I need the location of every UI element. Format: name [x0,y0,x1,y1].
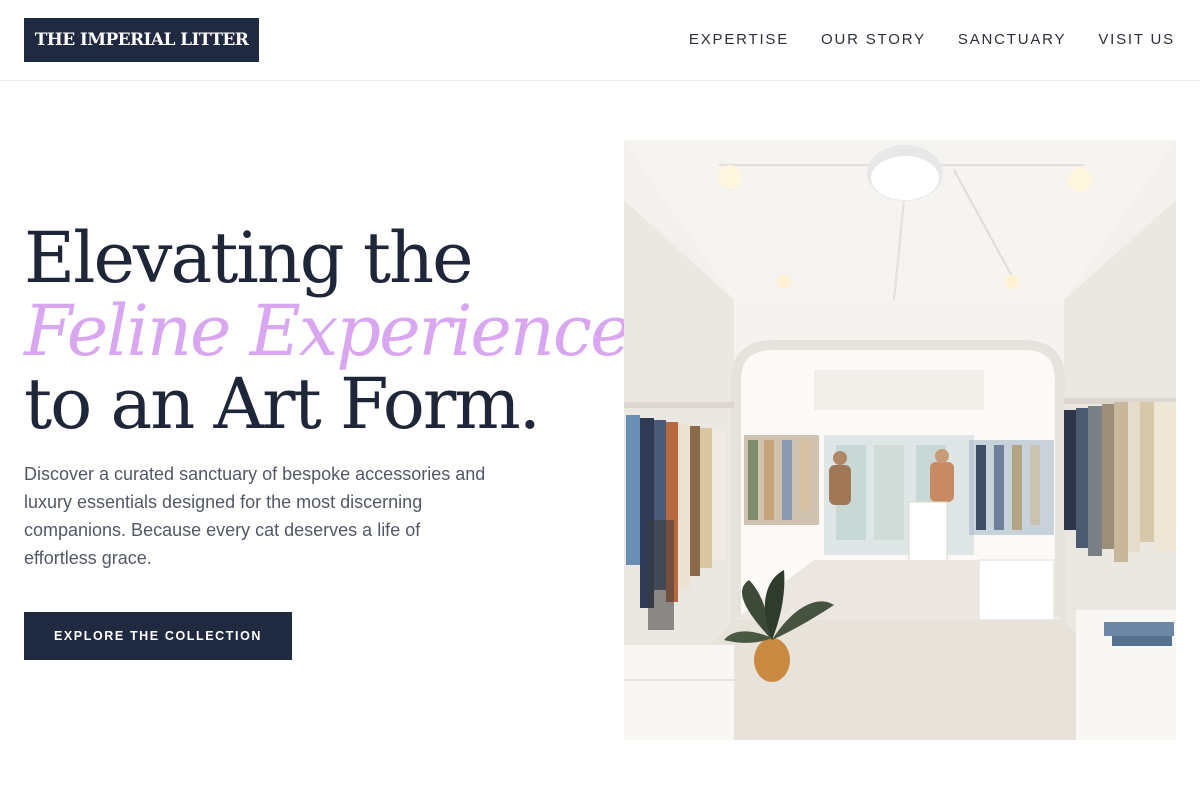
nav-link-expertise[interactable]: EXPERTISE [689,31,789,48]
hero-headline: Elevating the Feline Experience to an Ar… [24,217,632,445]
explore-collection-button[interactable]: EXPLORE THE COLLECTION [24,612,292,660]
nav-link-sanctuary[interactable]: SANCTUARY [958,31,1066,48]
site-header: THE IMPERIAL LITTER EXPERTISE OUR STORY … [0,0,1200,81]
headline-line-3: to an Art Form. [24,363,541,445]
hero-description: Discover a curated sanctuary of bespoke … [24,464,486,568]
headline-accent: Feline Experience [24,290,632,372]
headline-line-1: Elevating the [24,217,474,299]
boutique-illustration [624,140,1176,740]
boutique-interior-image [624,140,1176,740]
nav-link-our-story[interactable]: OUR STORY [821,31,926,48]
main-nav: EXPERTISE OUR STORY SANCTUARY VISIT US [689,31,1175,48]
brand-logo[interactable]: THE IMPERIAL LITTER [24,18,259,62]
nav-link-visit-us[interactable]: VISIT US [1098,31,1175,48]
